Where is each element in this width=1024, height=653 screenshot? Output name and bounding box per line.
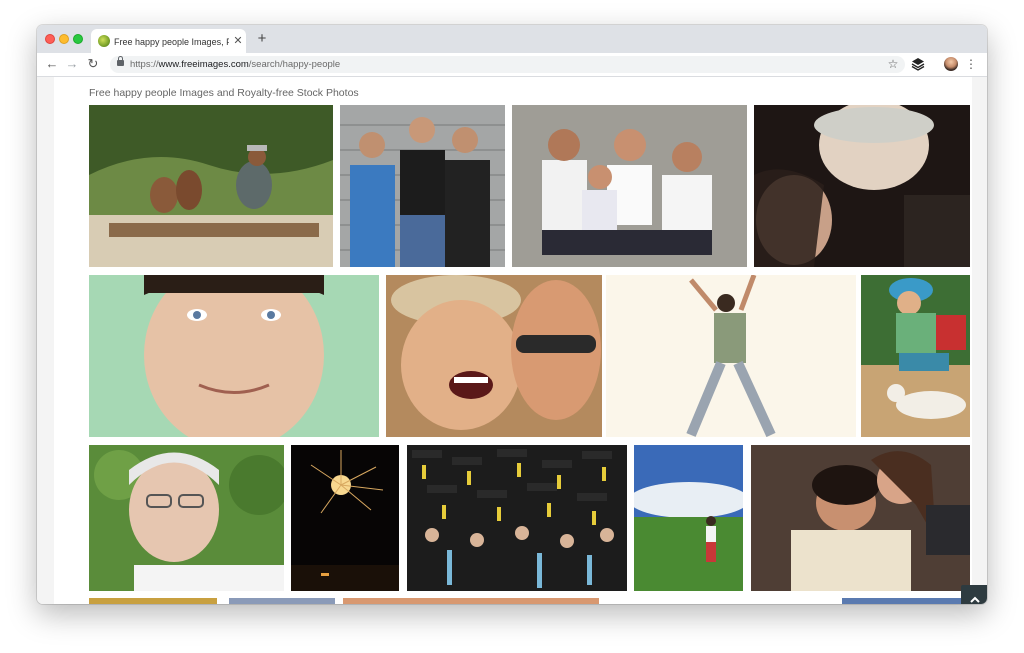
tab-strip: Free happy people Images, Pictu ✕ + [37, 25, 987, 53]
url-text[interactable]: https://www.freeimages.com/search/happy-… [130, 57, 340, 72]
photo-row4-4[interactable] [842, 598, 970, 604]
photo-three-teens[interactable] [340, 105, 505, 267]
tab-active[interactable]: Free happy people Images, Pictu ✕ [91, 29, 246, 53]
photo-row4-1[interactable] [89, 598, 217, 604]
kebab-menu-icon[interactable]: ⋮ [965, 56, 977, 72]
url-path: /search/happy-people [248, 59, 341, 70]
photo-laughing-women[interactable] [386, 275, 602, 437]
reload-icon[interactable]: ↻ [85, 56, 101, 72]
photo-couple-lying[interactable] [751, 445, 970, 591]
photo-fireworks[interactable] [291, 445, 399, 591]
page-viewport: Free happy people Images and Royalty-fre… [37, 77, 987, 604]
photo-row4-2[interactable] [229, 598, 335, 604]
photo-close-faces-hat[interactable] [754, 105, 970, 267]
url-prefix: https:// [130, 59, 159, 70]
photo-boy-with-dog[interactable] [861, 275, 970, 437]
url-host: www.freeimages.com [158, 59, 249, 70]
photo-old-man-smiling[interactable] [89, 445, 284, 591]
arrow-right-icon[interactable]: → [64, 56, 80, 72]
close-window-button[interactable] [45, 34, 55, 44]
layers-icon[interactable] [911, 57, 925, 71]
photo-row4-3[interactable] [343, 598, 599, 604]
page-content: Free happy people Images and Royalty-fre… [54, 77, 987, 604]
browser-toolbar: ← → ↻ https://www.freeimages.com/search/… [37, 53, 987, 77]
minimize-window-button[interactable] [59, 34, 69, 44]
photo-jumping-man[interactable] [606, 275, 856, 437]
star-icon[interactable]: ☆ [886, 56, 900, 72]
close-icon[interactable]: ✕ [232, 34, 244, 48]
tab-title: Free happy people Images, Pictu [114, 37, 229, 47]
arrow-left-icon[interactable]: ← [44, 56, 60, 72]
avatar[interactable] [944, 57, 958, 71]
favicon-icon [98, 35, 110, 47]
page-title: Free happy people Images and Royalty-fre… [89, 87, 359, 99]
photo-family-on-log[interactable] [89, 105, 333, 267]
chevron-up-icon [970, 596, 980, 603]
lock-icon [117, 56, 124, 66]
photo-smiling-man-green[interactable] [89, 275, 379, 437]
photo-family-portrait[interactable] [512, 105, 747, 267]
browser-window: Free happy people Images, Pictu ✕ + ← → … [37, 25, 987, 604]
photo-girl-in-field[interactable] [634, 445, 743, 591]
address-bar[interactable]: https://www.freeimages.com/search/happy-… [110, 56, 905, 73]
back-to-top-button[interactable] [961, 585, 987, 604]
maximize-window-button[interactable] [73, 34, 83, 44]
new-tab-button[interactable]: + [255, 30, 269, 48]
photo-graduation-crowd[interactable] [407, 445, 627, 591]
